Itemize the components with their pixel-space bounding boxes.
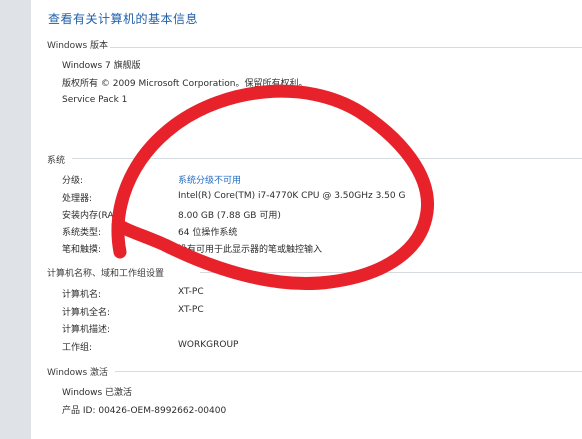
section-divider xyxy=(115,371,582,372)
processor-label: 处理器: xyxy=(62,194,93,204)
product-id: 产品 ID: 00426-OEM-8992662-00400 xyxy=(62,406,227,416)
system-type-value: 64 位操作系统 xyxy=(178,228,238,238)
computer-name-value: XT-PC xyxy=(178,287,204,297)
rating-label: 分级: xyxy=(62,176,84,186)
section-computer-name-heading: 计算机名称、域和工作组设置 xyxy=(47,269,165,279)
workgroup-value: WORKGROUP xyxy=(178,340,239,350)
section-activation-heading: Windows 激活 xyxy=(47,368,109,378)
full-computer-name-label: 计算机全名: xyxy=(62,308,111,318)
rating-unavailable-link[interactable]: 系统分级不可用 xyxy=(178,173,241,186)
ram-label: 安装内存(RA xyxy=(62,211,114,221)
full-computer-name-value: XT-PC xyxy=(178,305,204,315)
system-type-label: 系统类型: xyxy=(62,228,102,238)
activation-status: Windows 已激活 xyxy=(62,388,133,398)
workgroup-label: 工作组: xyxy=(62,343,93,353)
section-divider xyxy=(200,272,582,273)
processor-value: Intel(R) Core(TM) i7-4770K CPU @ 3.50GHz… xyxy=(178,191,406,201)
pen-touch-label: 笔和触摸: xyxy=(62,245,102,255)
pen-touch-value: 没有可用于此显示器的笔或触控输入 xyxy=(178,245,323,255)
ram-value: 8.00 GB (7.88 GB 可用) xyxy=(178,211,281,221)
section-divider xyxy=(72,158,582,159)
service-pack: Service Pack 1 xyxy=(62,95,128,105)
section-windows-edition-heading: Windows 版本 xyxy=(47,41,109,51)
section-divider xyxy=(110,47,582,48)
computer-description-label: 计算机描述: xyxy=(62,325,111,335)
computer-name-label: 计算机名: xyxy=(62,290,102,300)
edition-name: Windows 7 旗舰版 xyxy=(62,61,141,71)
section-system-heading: 系统 xyxy=(47,156,66,166)
page-title: 查看有关计算机的基本信息 xyxy=(48,12,199,26)
copyright-text: 版权所有 © 2009 Microsoft Corporation。保留所有权利… xyxy=(62,79,308,89)
